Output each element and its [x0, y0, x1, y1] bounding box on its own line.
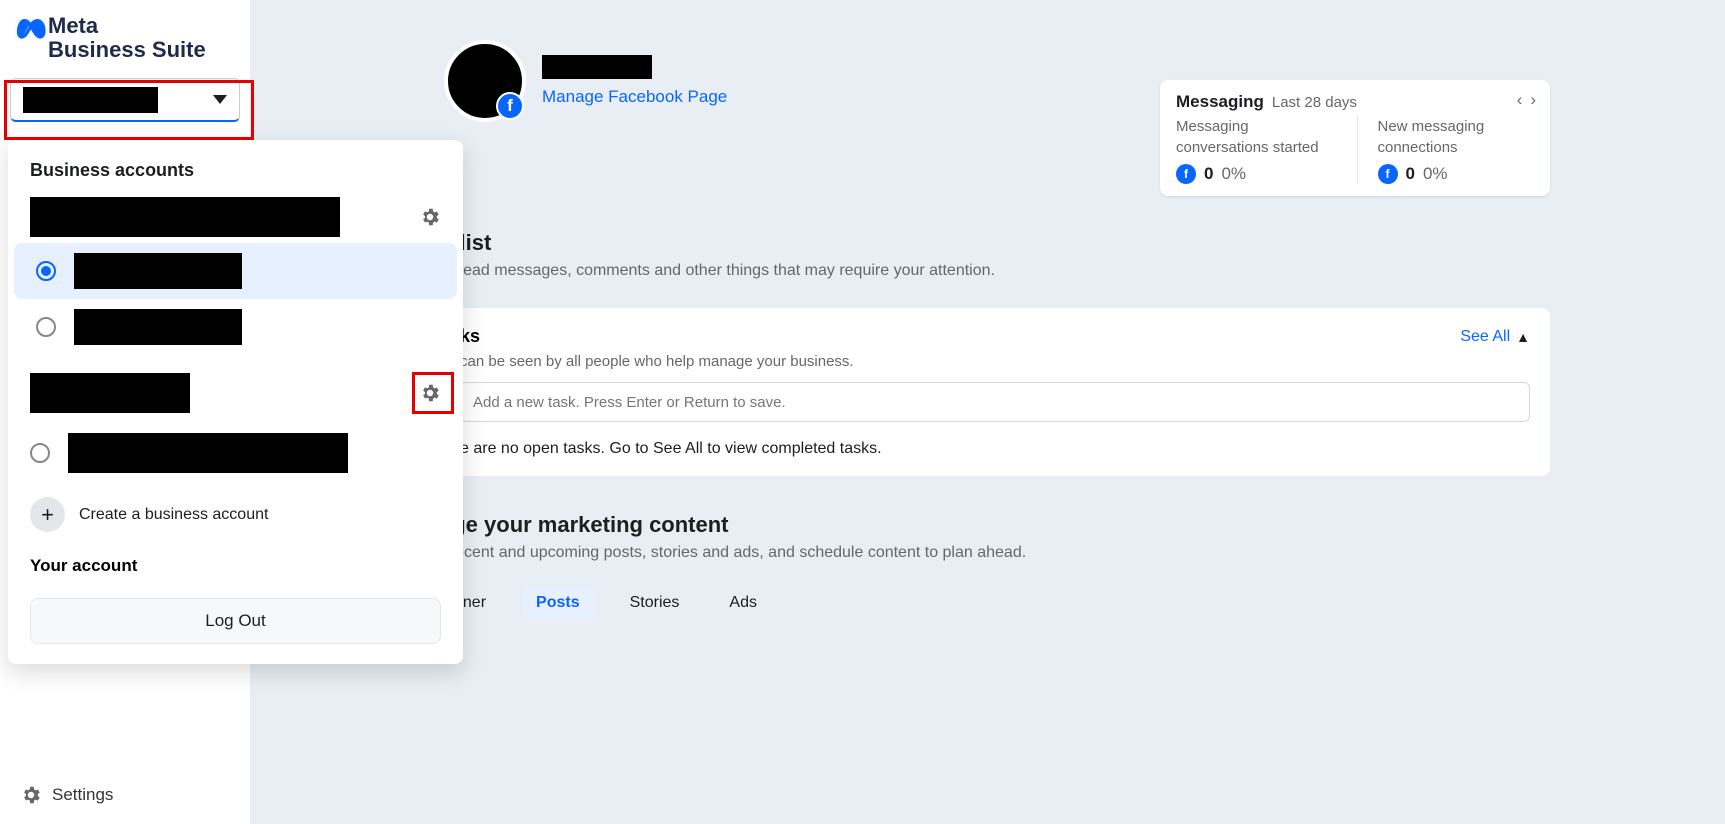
brand-line2: Business Suite [48, 38, 206, 62]
page-avatar[interactable]: f [444, 40, 526, 122]
gear-icon [20, 784, 42, 806]
new-task-input[interactable] [460, 382, 1530, 422]
redacted [74, 309, 242, 345]
todo-subtitle: unread messages, comments and other thin… [440, 262, 1550, 280]
page-header: f Manage Facebook Page [444, 40, 727, 122]
business-accounts-header: Business accounts [8, 160, 463, 191]
create-business-account[interactable]: + Create a business account [8, 483, 463, 546]
tab-ads[interactable]: Ads [715, 586, 771, 620]
chevron-down-icon [213, 95, 227, 104]
tab-stories[interactable]: Stories [616, 586, 694, 620]
logout-button[interactable]: Log Out [30, 598, 441, 644]
stats-col2-pct: 0% [1423, 164, 1448, 184]
see-all-link[interactable]: See All ▲ [1460, 328, 1530, 346]
stats-period: Last 28 days [1272, 94, 1357, 111]
manage-page-link[interactable]: Manage Facebook Page [542, 87, 727, 107]
redacted [23, 87, 158, 113]
stats-col2-label: New messaging connections [1378, 116, 1535, 158]
facebook-badge-icon: f [496, 92, 524, 120]
todo-title: o list [440, 230, 1550, 256]
your-account-header: Your account [8, 546, 463, 590]
page-option-2[interactable] [14, 299, 457, 355]
plus-icon: + [30, 497, 65, 532]
marketing-subtitle: r recent and upcoming posts, stories and… [440, 544, 1550, 562]
gear-icon[interactable] [419, 206, 441, 228]
facebook-icon: f [1378, 164, 1398, 184]
create-business-label: Create a business account [79, 506, 268, 524]
account-dropdown: Business accounts + Create a business ac… [8, 140, 463, 664]
radio-selected-icon [36, 261, 56, 281]
stats-col1-pct: 0% [1221, 164, 1246, 184]
business-row-1[interactable] [8, 191, 463, 243]
chevron-left-icon[interactable]: ‹ [1517, 90, 1523, 110]
tasks-title: ks [460, 326, 480, 347]
redacted [30, 373, 190, 413]
redacted [68, 433, 348, 473]
radio-icon [36, 317, 56, 337]
radio-icon [30, 443, 50, 463]
tasks-empty-message: e are no open tasks. Go to See All to vi… [460, 440, 1530, 458]
chevron-up-icon: ▲ [1516, 329, 1530, 345]
redacted [74, 253, 242, 289]
tasks-card: ks See All ▲ can be seen by all people w… [440, 308, 1550, 476]
chevron-right-icon[interactable]: › [1530, 90, 1536, 110]
gear-icon[interactable] [419, 382, 441, 404]
redacted [542, 55, 652, 79]
stats-nav: ‹ › [1517, 90, 1536, 110]
content-tabs: nner Posts Stories Ads [440, 586, 1550, 620]
sidebar-settings[interactable]: Settings [20, 784, 113, 806]
stats-col2-value: 0 [1406, 164, 1415, 184]
content-area: o list unread messages, comments and oth… [440, 230, 1550, 620]
settings-label: Settings [52, 785, 113, 805]
meta-logo-icon [16, 14, 46, 44]
brand-line1: Meta [48, 14, 206, 38]
redacted [30, 197, 340, 237]
page-option-1[interactable] [14, 243, 457, 299]
account-selector[interactable] [10, 78, 240, 122]
marketing-title: age your marketing content [440, 512, 1550, 538]
stats-col1-label: Messaging conversations started [1176, 116, 1333, 158]
stats-title: Messaging [1176, 92, 1264, 112]
page-option-3[interactable] [8, 423, 463, 483]
business-row-2[interactable] [8, 363, 463, 423]
facebook-icon: f [1176, 164, 1196, 184]
stats-col1-value: 0 [1204, 164, 1213, 184]
logo: Meta Business Suite [0, 0, 250, 72]
tasks-subtitle: can be seen by all people who help manag… [460, 353, 1530, 370]
tab-posts[interactable]: Posts [522, 586, 594, 620]
messaging-stats-card: ‹ › Messaging Last 28 days Messaging con… [1160, 80, 1550, 196]
